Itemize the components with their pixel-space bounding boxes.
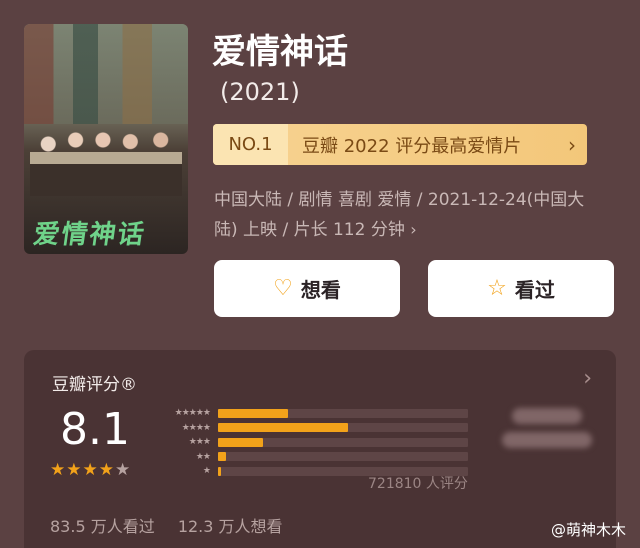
meta-line-1: 中国大陆 / 剧情 喜剧 爱情 / 2021-12-24(中国大 (214, 190, 585, 210)
rating-score: 8.1 (60, 404, 130, 455)
meta-line-2: 陆) 上映 / 片长 112 分钟 (214, 220, 405, 240)
rating-stats: 83.5 万人看过 12.3 万人想看 (50, 513, 283, 537)
rank-number: NO.1 (213, 124, 288, 165)
star-icon: ★ (82, 460, 99, 480)
want-count[interactable]: 12.3 万人想看 (178, 517, 283, 536)
blurred-comparison (492, 400, 592, 470)
seen-label: 看过 (514, 278, 555, 302)
rating-count: 721810 人评分 (368, 476, 468, 492)
poster-title: 爱情神话 (31, 220, 148, 250)
rating-card[interactable]: 豆瓣评分® › 8.1 ★★★★★ ★★★★★ ★★★★ ★★★ ★★ ★ 721810… (24, 350, 616, 548)
star-icon: ★ (50, 460, 67, 480)
distribution-stars-label: ★ (202, 466, 211, 477)
poster-figures (30, 116, 182, 196)
watermark: @萌神木木 (550, 521, 626, 539)
distribution-track (218, 452, 468, 462)
want-label: 想看 (300, 278, 341, 302)
chevron-right-icon: › (568, 132, 576, 157)
distribution-track (218, 437, 468, 447)
chevron-right-icon[interactable]: › (583, 366, 592, 391)
star-icon: ★ (115, 460, 132, 480)
watched-count[interactable]: 83.5 万人看过 (50, 517, 155, 536)
star-icon: ★ (66, 460, 83, 480)
rating-distribution: ★★★★★ ★★★★ ★★★ ★★ ★ (152, 406, 472, 479)
distribution-bar (218, 408, 288, 418)
distribution-stars-label: ★★ (195, 451, 211, 462)
distribution-stars-label: ★★★★★ (174, 408, 211, 419)
movie-title: 爱情神话 (212, 32, 348, 72)
distribution-stars-label: ★★★★ (181, 422, 211, 433)
distribution-track (218, 408, 468, 418)
movie-meta[interactable]: 中国大陆 / 剧情 喜剧 爱情 / 2021-12-24(中国大 陆) 上映 /… (214, 185, 614, 245)
distribution-stars-label: ★★★ (188, 437, 211, 448)
rank-text: 豆瓣 2022 评分最高爱情片 (302, 135, 522, 157)
want-to-watch-button[interactable]: ♡ 想看 (214, 260, 400, 317)
movie-year: (2021) (220, 78, 300, 106)
distribution-track (218, 423, 468, 433)
star-icon: ★ (98, 460, 115, 480)
star-icon: ☆ (487, 276, 507, 301)
distribution-bar (218, 452, 226, 462)
rating-label: 豆瓣评分® (52, 375, 137, 395)
watched-button[interactable]: ☆ 看过 (428, 260, 614, 317)
movie-poster[interactable]: 爱情神话 (24, 24, 188, 254)
heart-plus-icon: ♡ (273, 276, 293, 301)
chevron-right-icon: › (410, 220, 417, 239)
rank-badge[interactable]: NO.1 豆瓣 2022 评分最高爱情片 › (213, 124, 587, 165)
distribution-bar (218, 437, 263, 447)
distribution-row: ★★ (152, 450, 472, 465)
rating-stars: ★★★★★ (50, 460, 131, 480)
distribution-bar (218, 423, 348, 433)
distribution-bar (218, 466, 221, 476)
distribution-row: ★★★★★ (152, 406, 472, 421)
distribution-row: ★★★ (152, 435, 472, 450)
poster-background (24, 24, 188, 124)
distribution-row: ★★★★ (152, 421, 472, 436)
